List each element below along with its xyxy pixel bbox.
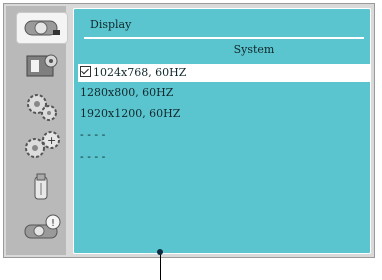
sidebar-item-picture[interactable] — [16, 52, 68, 84]
picture-settings-icon — [21, 51, 63, 85]
section-heading: System — [233, 43, 275, 56]
option-label: 1280x800, 60HZ — [80, 86, 174, 99]
usb-icon — [21, 171, 63, 209]
sidebar-item-usb[interactable] — [16, 171, 68, 209]
option-label: 1024x768, 60HZ — [93, 66, 187, 79]
projector-info-icon: ! — [21, 213, 63, 247]
advanced-gear-icon: + — [21, 129, 63, 167]
option-label: - - - - — [80, 150, 106, 163]
option-empty-1[interactable]: - - - - — [80, 126, 105, 144]
option-label: 1920x1200, 60HZ — [80, 107, 181, 120]
sidebar-item-display[interactable] — [16, 12, 68, 44]
option-1024x768[interactable]: 1024x768, 60HZ — [78, 64, 370, 82]
menu-panel: Display System 1024x768, 60HZ 1280x800, … — [73, 8, 371, 254]
option-empty-2[interactable]: - - - - — [80, 148, 105, 166]
sidebar-item-setting[interactable] — [16, 92, 68, 124]
gear-icon — [21, 89, 63, 127]
pointer-dot — [157, 249, 163, 255]
sidebar-item-info[interactable]: ! — [16, 214, 68, 246]
option-1280x800[interactable]: 1280x800, 60HZ — [80, 84, 173, 102]
sidebar-item-advanced[interactable]: + — [16, 129, 68, 167]
sidebar: + ! — [6, 6, 68, 255]
panel-title: Display — [90, 18, 132, 31]
projector-icon — [21, 13, 63, 43]
svg-text:!: ! — [51, 218, 55, 229]
svg-text:+: + — [47, 134, 56, 147]
option-label: - - - - — [80, 128, 106, 141]
title-divider — [84, 37, 364, 39]
option-1920x1200[interactable]: 1920x1200, 60HZ — [80, 105, 180, 123]
checkbox-checked-icon — [80, 66, 91, 77]
